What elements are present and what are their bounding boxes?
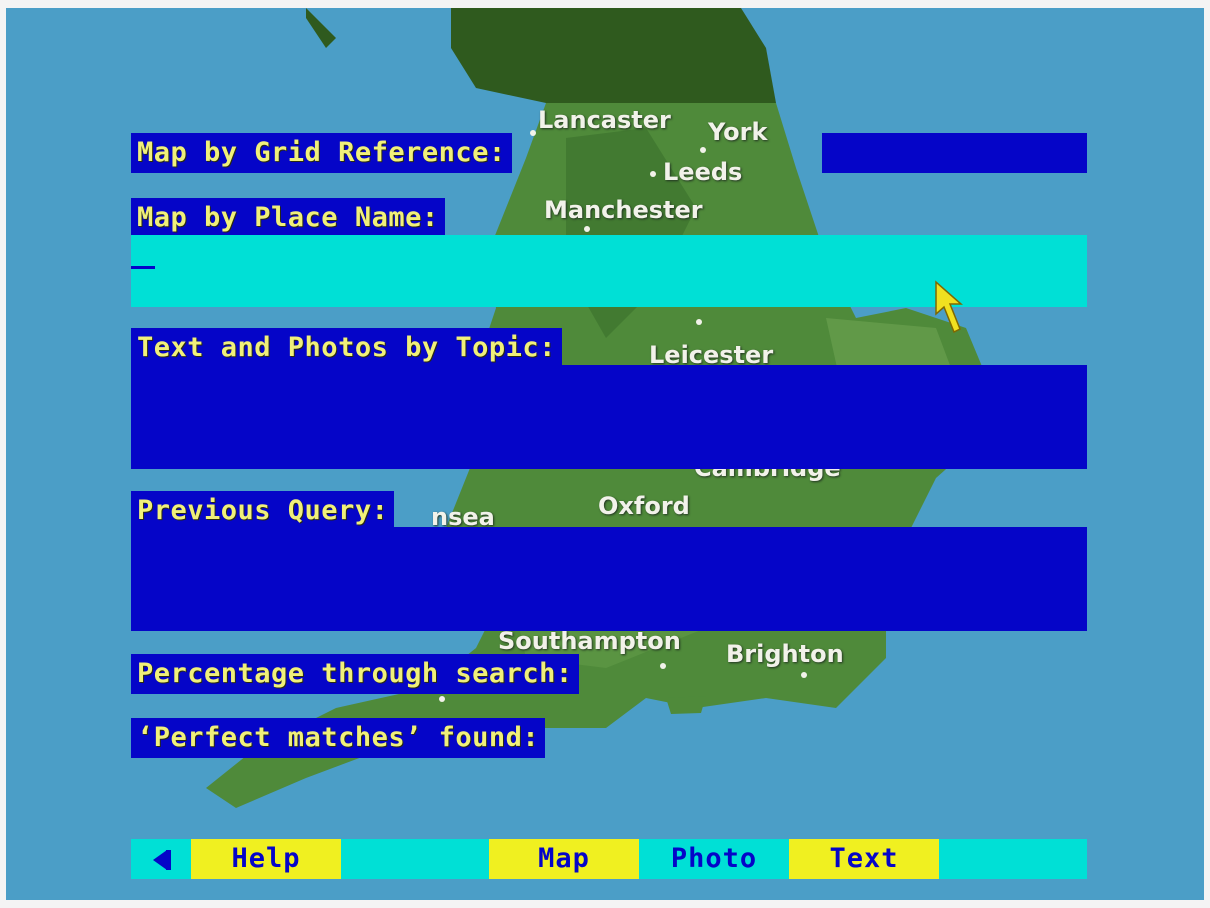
text-button[interactable]: Text: [789, 839, 939, 879]
southampton-dot: [660, 663, 666, 669]
scotland-landmass: [451, 8, 776, 103]
back-button[interactable]: [131, 839, 191, 879]
blank-toolbar-slot: [341, 839, 489, 879]
town-label-manchester: Manchester: [544, 196, 703, 224]
left-triangle-icon: [153, 850, 167, 870]
leeds-dot: [650, 171, 656, 177]
town-label-southampton: Southampton: [498, 627, 681, 655]
bottom-toolbar: Help Map Photo Text: [131, 839, 1087, 879]
town-label-york: York: [708, 118, 768, 146]
previous-query-label: Previous Query:: [131, 491, 395, 531]
arrow-pointer-icon: [935, 280, 963, 334]
previous-query-field[interactable]: [131, 527, 1087, 631]
town-label-oxford: Oxford: [598, 492, 690, 520]
isle-of-wight: [666, 696, 706, 714]
text-cursor: [131, 266, 155, 269]
town-label-lancaster: Lancaster: [538, 106, 671, 134]
manchester-dot: [584, 226, 590, 232]
screen: Lancaster York Leeds Manchester Leiceste…: [6, 8, 1204, 900]
topic-label: Text and Photos by Topic:: [131, 328, 562, 368]
photo-button[interactable]: Photo: [639, 839, 789, 879]
leicester-dot: [696, 319, 702, 325]
percentage-label: Percentage through search:: [131, 654, 579, 694]
perfect-matches-label: ‘Perfect matches’ found:: [131, 718, 546, 758]
help-button[interactable]: Help: [191, 839, 341, 879]
map-button[interactable]: Map: [489, 839, 639, 879]
back-stem-icon: [166, 850, 171, 870]
place-name-label: Map by Place Name:: [131, 198, 445, 238]
blank-toolbar-slot-right: [939, 839, 1087, 879]
town-label-brighton: Brighton: [726, 640, 844, 668]
town-label-leeds: Leeds: [663, 158, 743, 186]
york-dot: [700, 147, 706, 153]
brighton-dot: [801, 672, 807, 678]
west-town-dot: [439, 696, 445, 702]
grid-reference-field[interactable]: [822, 133, 1087, 173]
topic-field[interactable]: [131, 365, 1087, 469]
grid-reference-label: Map by Grid Reference:: [131, 133, 512, 173]
lancaster-dot: [530, 130, 536, 136]
